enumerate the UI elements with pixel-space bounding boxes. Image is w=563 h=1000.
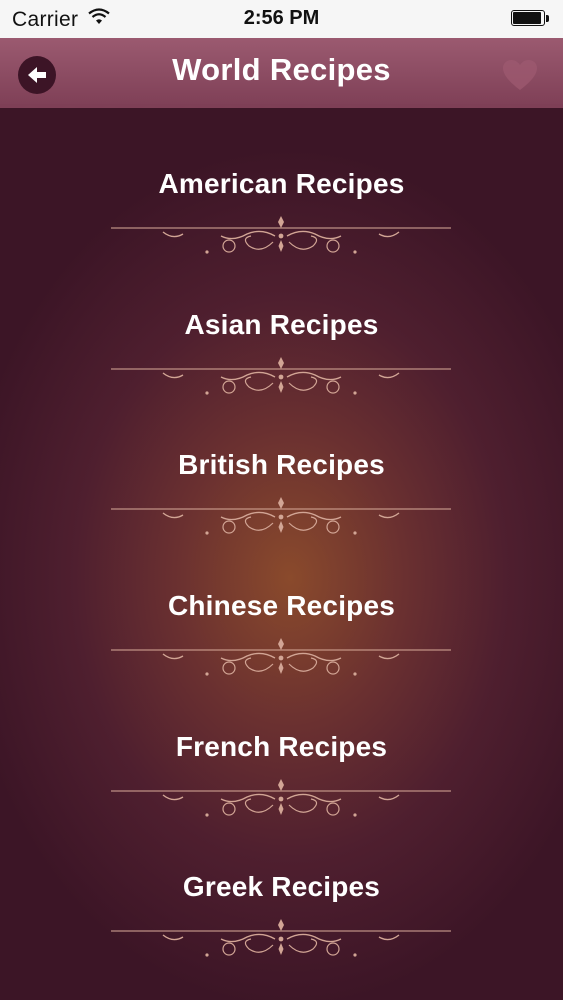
recipe-list: American Recipes Asian Recipes British R… xyxy=(0,108,563,1000)
recipe-item-label: American Recipes xyxy=(158,168,405,199)
recipe-item-label: Chinese Recipes xyxy=(167,590,396,621)
recipe-item-greek[interactable]: Greek Recipes xyxy=(0,811,563,957)
recipe-item-french[interactable]: French Recipes xyxy=(0,671,563,817)
recipe-item-label: French Recipes xyxy=(175,731,388,762)
recipe-item-chinese[interactable]: Chinese Recipes xyxy=(0,530,563,676)
recipe-item-asian[interactable]: Asian Recipes xyxy=(0,249,563,395)
status-bar: Carrier 2:56 PM xyxy=(0,0,563,38)
recipe-item-label: British Recipes xyxy=(178,449,385,480)
ornament-divider-icon xyxy=(111,919,451,957)
recipe-item-british[interactable]: British Recipes xyxy=(0,389,563,535)
nav-bar: World Recipes xyxy=(0,38,563,108)
clock: 2:56 PM xyxy=(243,7,320,29)
page-title: World Recipes xyxy=(172,52,391,87)
battery-icon xyxy=(511,10,551,28)
recipe-item-label: Asian Recipes xyxy=(184,309,379,340)
recipe-item-american[interactable]: American Recipes xyxy=(0,108,563,254)
heart-icon[interactable] xyxy=(501,58,539,92)
recipe-item-label: Greek Recipes xyxy=(182,871,381,902)
